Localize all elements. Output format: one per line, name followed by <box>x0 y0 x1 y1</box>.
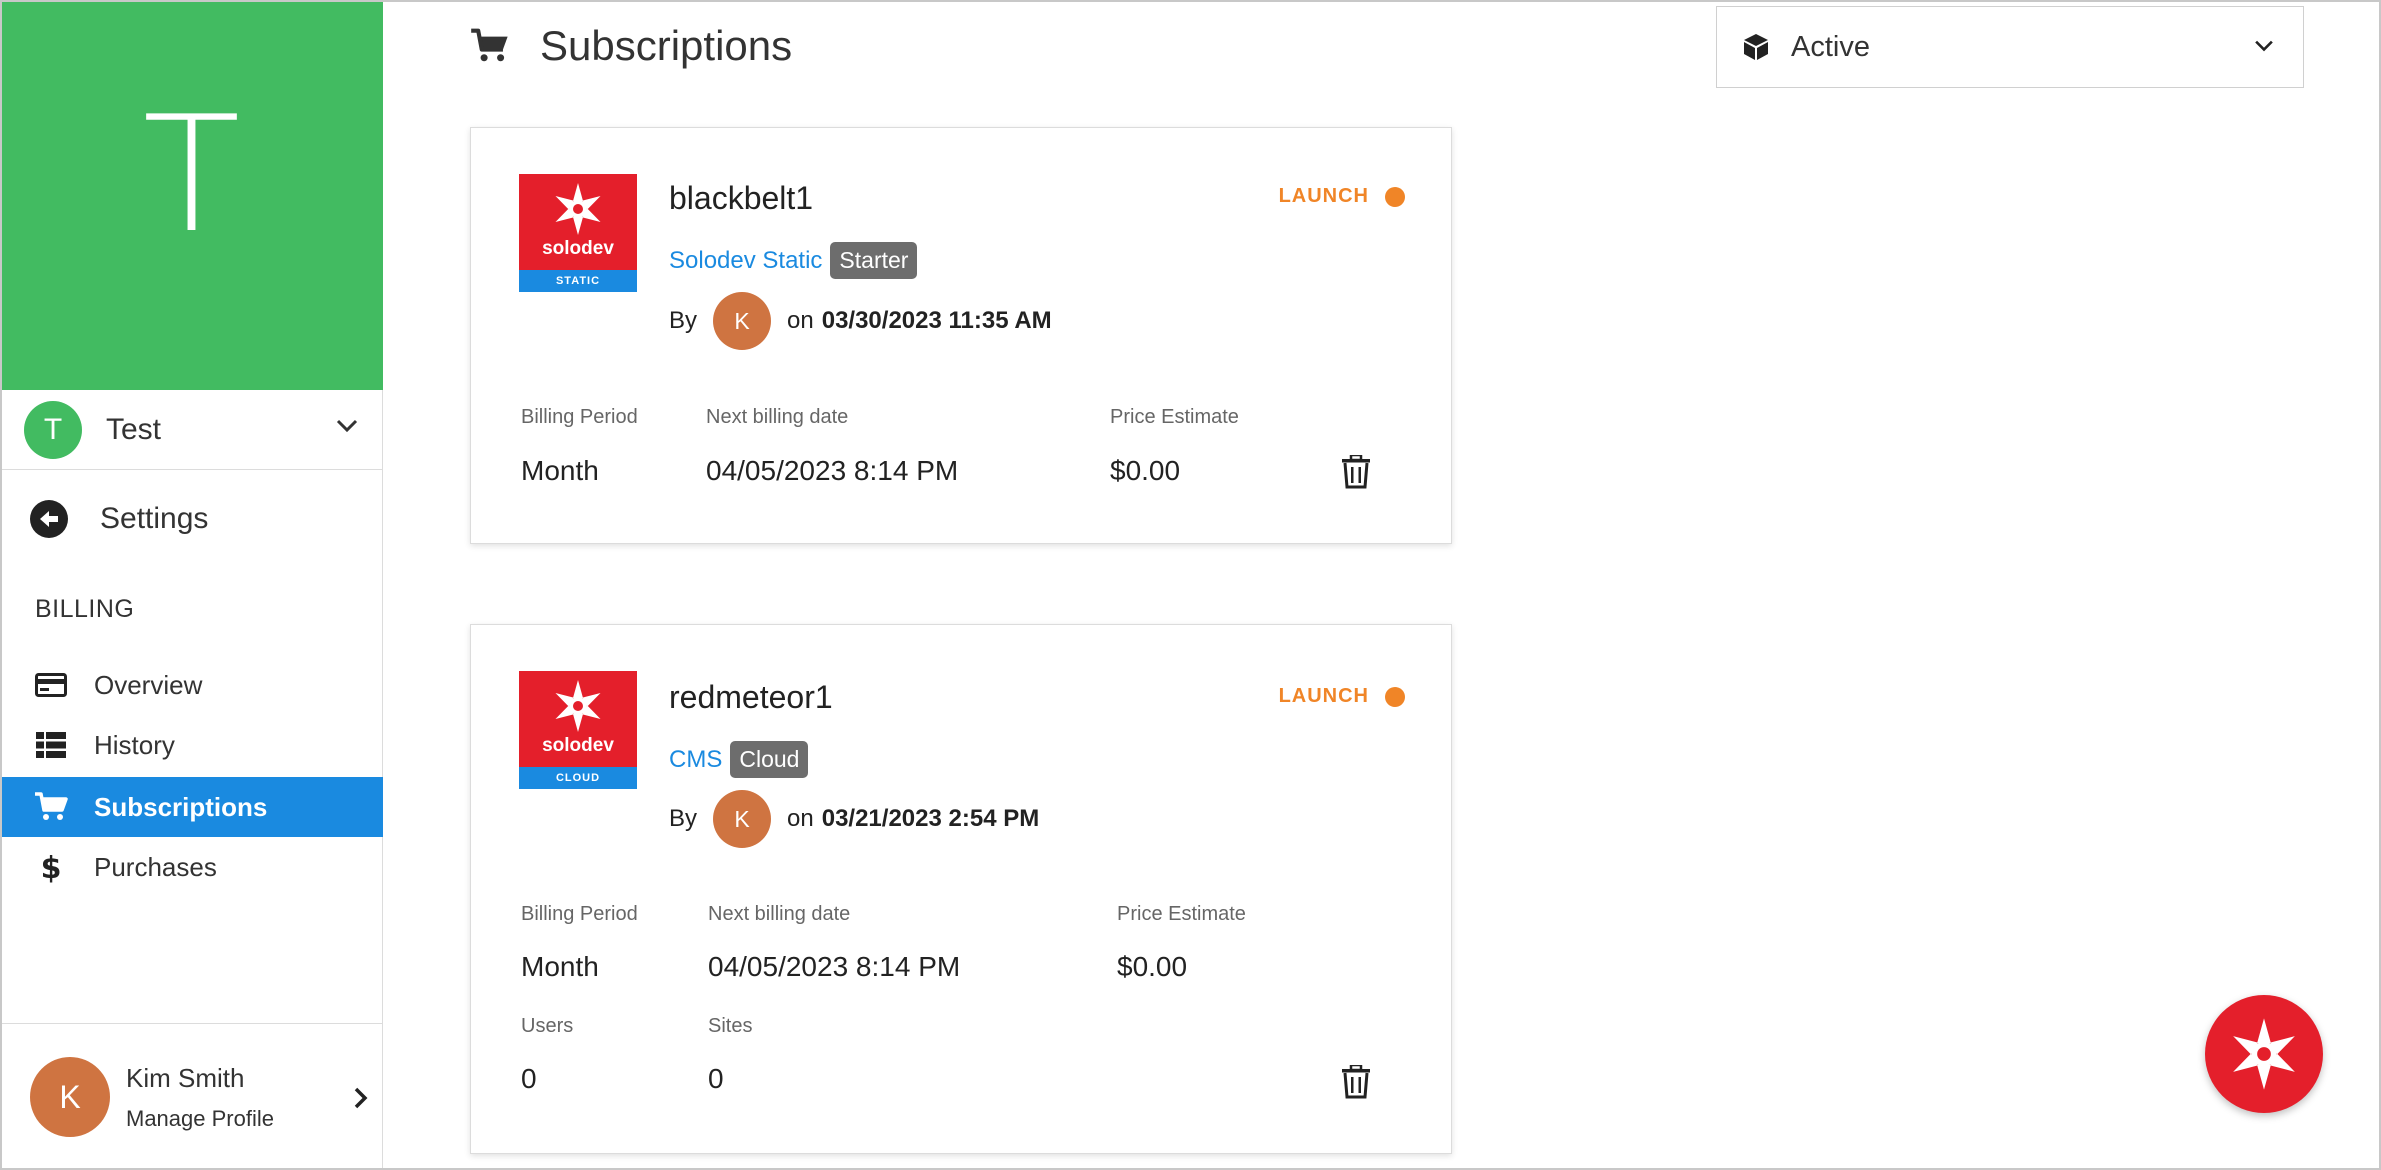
logo-wordmark: solodev <box>542 735 614 756</box>
arrow-left-icon <box>30 500 68 538</box>
sidebar-item-history[interactable]: History <box>0 715 383 775</box>
chevron-down-icon <box>336 419 358 433</box>
subscription-card-blackbelt1: solodev STATIC blackbelt1 LAUNCH Solodev… <box>470 127 1452 544</box>
list-icon <box>34 732 68 758</box>
back-label: Settings <box>100 502 209 535</box>
billing-period-value: Month <box>521 951 599 982</box>
profile-name: Kim Smith <box>126 1062 245 1093</box>
dollar-icon: $ <box>34 851 68 883</box>
avatar: K <box>30 1057 110 1137</box>
next-billing-label: Next billing date <box>708 903 851 925</box>
trash-icon[interactable] <box>1341 455 1371 489</box>
svg-text:$: $ <box>41 851 61 883</box>
tier-badge: Starter <box>830 242 918 279</box>
sites-value: 0 <box>708 1063 724 1094</box>
status-filter-value: Active <box>1791 30 1870 63</box>
profile-link[interactable]: K Kim Smith Manage Profile <box>0 1023 383 1170</box>
product-link[interactable]: CMS <box>669 746 722 774</box>
price-estimate-value: $0.00 <box>1117 951 1188 982</box>
created-by-row: By K on 03/30/2023 11:35 AM <box>669 292 1052 350</box>
status-dot <box>1385 686 1405 707</box>
price-estimate-label: Price Estimate <box>1117 903 1246 925</box>
trash-icon[interactable] <box>1341 1065 1371 1099</box>
product-row: Solodev Static Starter <box>669 242 918 279</box>
product-row: CMS Cloud <box>669 741 809 778</box>
billing-period-value: Month <box>521 455 599 486</box>
launch-link[interactable]: LAUNCH <box>1279 685 1405 708</box>
logo-band: STATIC <box>519 270 637 292</box>
billing-period-label: Billing Period <box>521 903 638 925</box>
launch-label: LAUNCH <box>1278 185 1369 207</box>
subscription-name: redmeteor1 <box>669 679 833 715</box>
org-banner: T <box>0 0 383 390</box>
sidebar-item-overview[interactable]: Overview <box>0 655 383 715</box>
sidebar-item-subscriptions[interactable]: Subscriptions <box>0 777 383 837</box>
chevron-down-icon <box>2255 40 2273 52</box>
status-filter-select[interactable]: Active <box>1716 6 2304 88</box>
next-billing-label: Next billing date <box>706 406 849 428</box>
cube-icon <box>1744 34 1768 60</box>
billing-period-label: Billing Period <box>521 406 638 428</box>
org-selector[interactable]: T Test <box>0 390 383 470</box>
subscription-card-redmeteor1: solodev CLOUD redmeteor1 LAUNCH CMS Clou… <box>470 624 1452 1154</box>
avatar: K <box>713 790 772 848</box>
sidebar-item-label: History <box>94 729 175 760</box>
users-label: Users <box>521 1015 574 1037</box>
tier-badge: Cloud <box>730 741 809 778</box>
credit-card-icon <box>34 673 68 697</box>
sidebar: T T Test Settings BILLING Overview Histo… <box>0 0 383 1170</box>
manage-profile-label: Manage Profile <box>126 1105 274 1131</box>
price-estimate-value: $0.00 <box>1110 455 1181 486</box>
sidebar-item-label: Subscriptions <box>94 791 268 822</box>
launch-label: LAUNCH <box>1278 685 1369 707</box>
next-billing-value: 04/05/2023 8:14 PM <box>708 951 961 982</box>
page-title: Subscriptions <box>540 22 793 69</box>
org-name: Test <box>106 412 162 446</box>
by-label: By <box>669 307 698 334</box>
price-estimate-label: Price Estimate <box>1110 406 1239 428</box>
solodev-star-icon <box>555 183 601 235</box>
solodev-star-icon <box>2233 1018 2295 1090</box>
next-billing-value: 04/05/2023 8:14 PM <box>706 455 959 486</box>
solodev-static-logo: solodev STATIC <box>519 174 637 292</box>
logo-band: CLOUD <box>519 767 637 789</box>
page-header: Subscriptions <box>470 22 792 70</box>
sites-label: Sites <box>708 1015 753 1037</box>
solodev-cloud-logo: solodev CLOUD <box>519 671 637 789</box>
avatar: K <box>713 292 772 350</box>
org-banner-letter: T <box>142 81 241 268</box>
on-label: on <box>787 805 814 832</box>
status-dot <box>1385 186 1405 207</box>
billing-section-label: BILLING <box>35 595 135 623</box>
sidebar-item-label: Overview <box>94 669 203 700</box>
org-avatar: T <box>24 400 82 459</box>
solodev-help-button[interactable] <box>2205 995 2323 1113</box>
cart-icon <box>471 28 508 62</box>
by-label: By <box>669 805 698 832</box>
chevron-right-icon <box>354 1087 368 1109</box>
created-by-row: By K on 03/21/2023 2:54 PM <box>669 790 1039 848</box>
back-to-settings[interactable]: Settings <box>30 500 208 538</box>
created-date: 03/30/2023 11:35 AM <box>821 307 1052 334</box>
solodev-star-icon <box>555 680 601 732</box>
cart-icon <box>34 792 68 822</box>
logo-wordmark: solodev <box>542 238 614 259</box>
created-date: 03/21/2023 2:54 PM <box>821 805 1040 832</box>
on-label: on <box>787 307 814 334</box>
launch-link[interactable]: LAUNCH <box>1279 185 1405 208</box>
users-value: 0 <box>521 1063 537 1094</box>
subscription-name: blackbelt1 <box>669 180 814 216</box>
sidebar-item-label: Purchases <box>94 851 217 882</box>
product-link[interactable]: Solodev Static <box>669 247 822 275</box>
sidebar-item-purchases[interactable]: $ Purchases <box>0 837 383 897</box>
